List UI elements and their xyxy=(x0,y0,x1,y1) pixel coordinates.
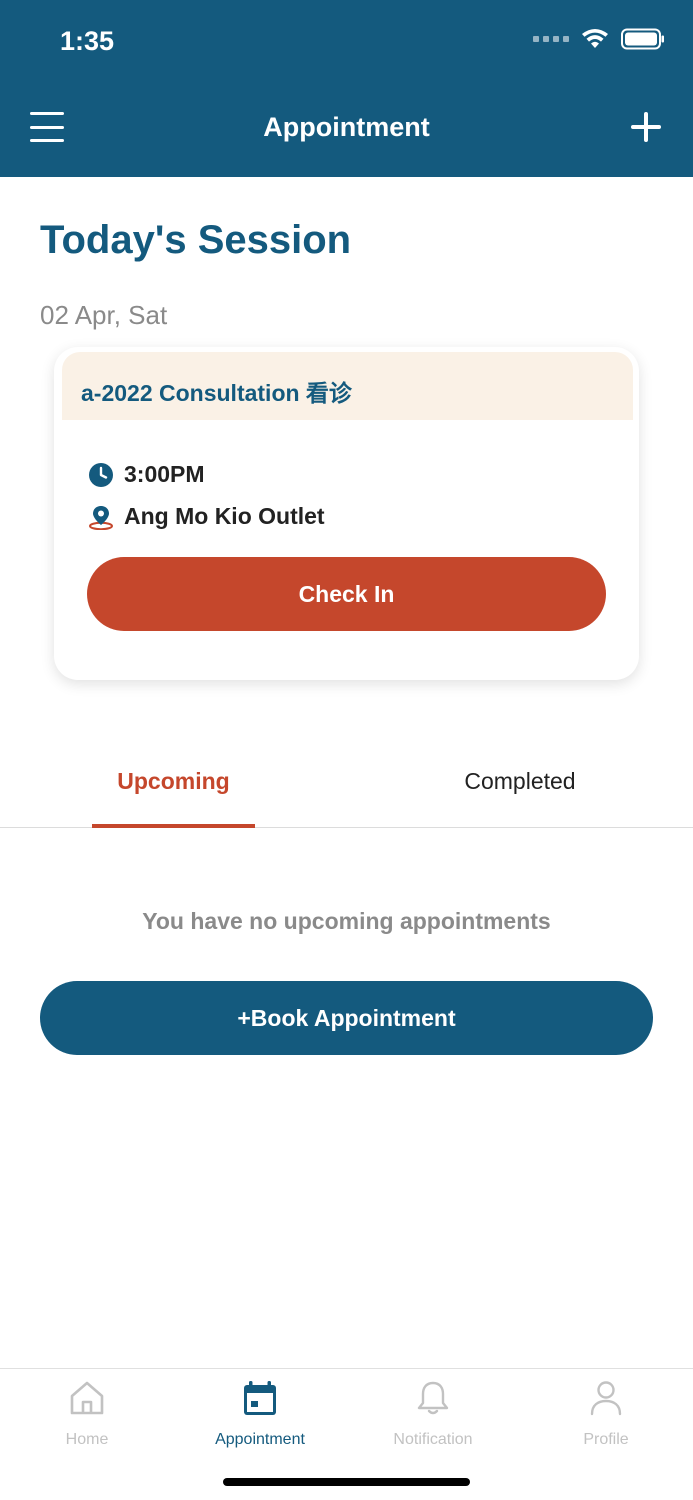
bell-icon xyxy=(417,1381,449,1415)
check-in-button[interactable]: Check In xyxy=(87,557,606,631)
cellular-signal-icon xyxy=(533,36,569,42)
session-time: 3:00PM xyxy=(124,461,205,487)
nav-label-appointment: Appointment xyxy=(215,1431,305,1448)
session-heading: Today's Session xyxy=(40,218,352,262)
appointment-screen: 1:35 Appointment Today's Session 02 Apr,… xyxy=(0,0,693,1500)
nav-item-appointment[interactable]: Appointment xyxy=(185,1379,335,1449)
user-icon xyxy=(590,1381,622,1416)
nav-item-notification[interactable]: Notification xyxy=(358,1379,508,1449)
wifi-icon xyxy=(582,29,608,48)
battery-icon xyxy=(621,28,664,50)
tab-completed[interactable]: Completed xyxy=(440,740,600,828)
calendar-icon xyxy=(244,1381,276,1415)
session-location: Ang Mo Kio Outlet xyxy=(124,503,325,529)
tab-upcoming[interactable]: Upcoming xyxy=(92,740,255,828)
app-header: 1:35 Appointment xyxy=(0,0,693,177)
add-icon[interactable] xyxy=(629,110,663,144)
session-card-header: a-2022 Consultation 看诊 xyxy=(62,352,633,420)
location-pin-icon xyxy=(89,505,113,530)
nav-item-profile[interactable]: Profile xyxy=(531,1379,681,1449)
session-location-row: Ang Mo Kio Outlet xyxy=(88,503,325,530)
clock-icon xyxy=(89,462,113,487)
book-appointment-button[interactable]: +Book Appointment xyxy=(40,981,653,1055)
nav-label-home: Home xyxy=(65,1431,109,1448)
session-date: 02 Apr, Sat xyxy=(40,300,168,330)
session-time-row: 3:00PM xyxy=(88,461,205,488)
session-card: a-2022 Consultation 看诊 3:00PM Ang Mo Kio… xyxy=(54,347,639,680)
status-time: 1:35 xyxy=(60,26,115,56)
home-indicator xyxy=(223,1478,470,1486)
appointment-tabs: Upcoming Completed xyxy=(0,740,693,828)
page-title: Appointment xyxy=(263,112,430,142)
nav-label-profile: Profile xyxy=(583,1431,629,1448)
status-indicators xyxy=(533,28,665,50)
nav-item-home[interactable]: Home xyxy=(12,1379,162,1449)
session-card-title: a-2022 Consultation 看诊 xyxy=(81,380,352,406)
home-icon xyxy=(70,1381,104,1415)
empty-state-message: You have no upcoming appointments xyxy=(142,908,551,934)
nav-label-notification: Notification xyxy=(393,1431,473,1448)
